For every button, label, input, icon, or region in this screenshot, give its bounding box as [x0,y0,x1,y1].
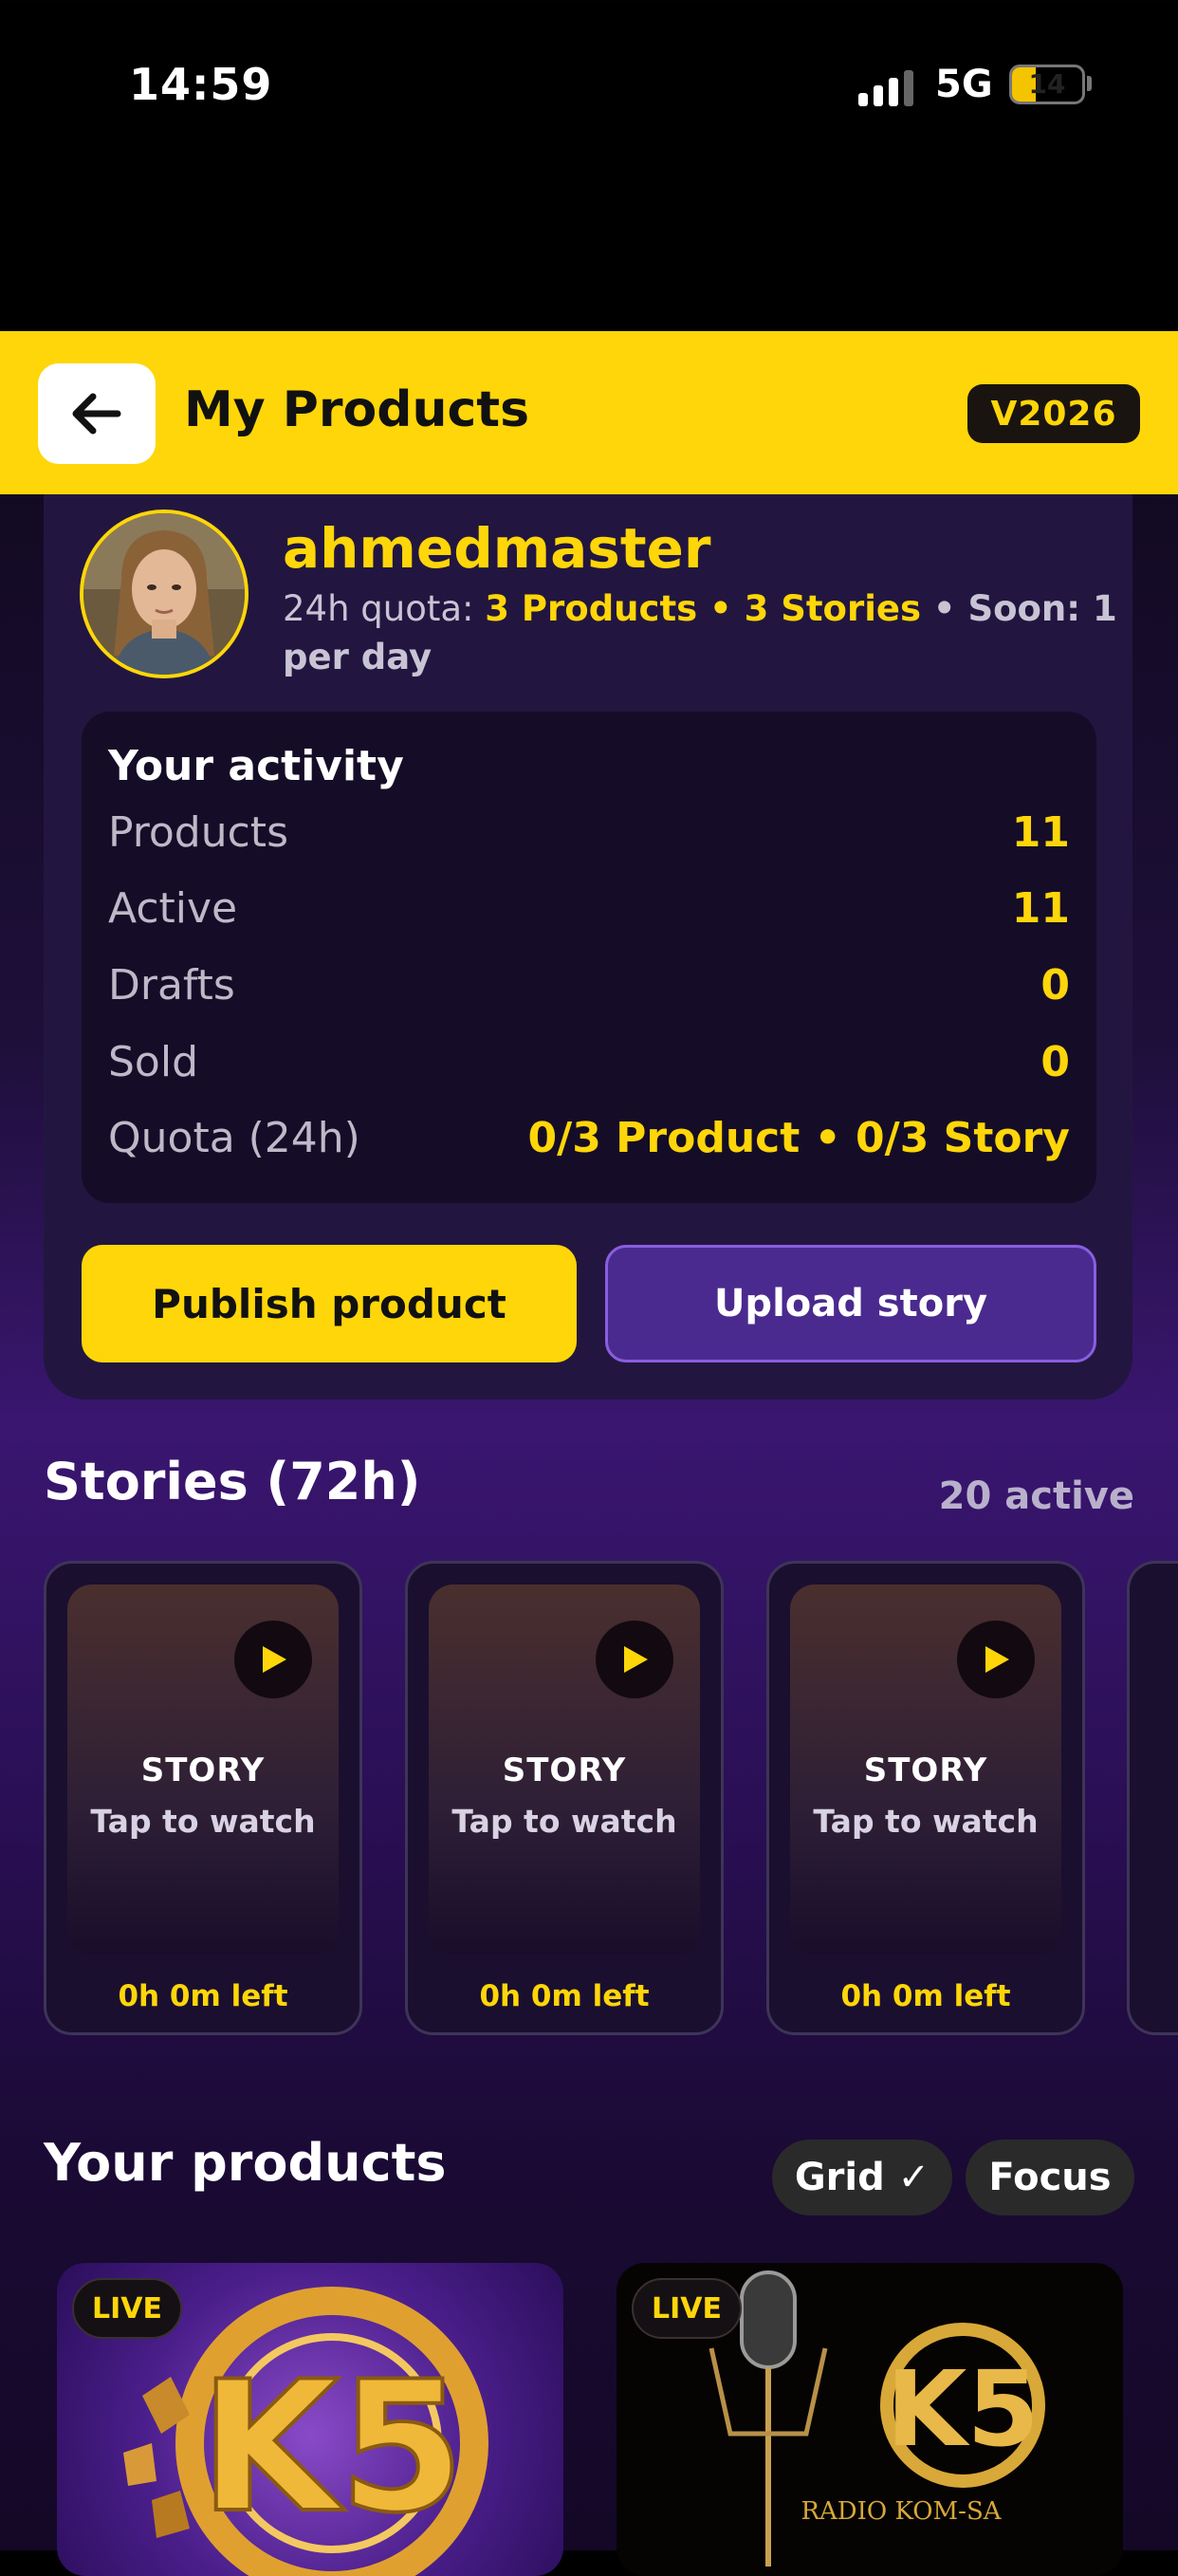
story-label: STORY [502,1751,627,1789]
play-icon [596,1621,673,1698]
story-card[interactable]: STORY Tap to watch 0h 0m left [405,1561,724,2035]
story-thumbnail: STORY Tap to watch [429,1585,700,1955]
activity-value-active: 11 [1011,884,1070,933]
quota-info: 24h quota: 3 Products • 3 Stories • Soon… [283,584,1117,681]
battery-tip [1087,76,1092,91]
story-label: STORY [863,1751,988,1789]
story-label: STORY [140,1751,266,1789]
product-card[interactable]: K5 LIVE [57,2263,563,2576]
arrow-left-icon [72,393,121,435]
play-icon [234,1621,312,1698]
back-button[interactable] [38,363,156,464]
cellular-signal-icon [858,66,915,106]
activity-value-quota: 0/3 Product • 0/3 Story [527,1114,1070,1162]
page-title: My Products [184,381,530,438]
activity-label-drafts: Drafts [108,961,235,1010]
activity-label-products: Products [108,808,288,857]
story-thumbnail: STORY Tap to watch [790,1585,1061,1955]
stories-section-title: Stories (72h) [44,1452,421,1511]
story-thumbnail: STORY Tap to watch [67,1585,339,1955]
version-badge: V2026 [967,384,1140,443]
quota-stories: 3 Stories [744,588,922,629]
view-grid-toggle[interactable]: Grid ✓ [772,2140,952,2215]
story-card[interactable]: STORY Tap to watch 0h 0m left [44,1561,362,2035]
network-type: 5G [935,63,993,106]
product-logo-text: K5 [886,2348,1040,2470]
story-card-peek[interactable] [1127,1561,1178,2035]
activity-title: Your activity [108,742,404,790]
story-time-left: 0h 0m left [840,1979,1011,2013]
story-hint: Tap to watch [813,1803,1039,1840]
microphone-icon [740,2270,797,2369]
username: ahmedmaster [283,516,711,581]
activity-label-quota: Quota (24h) [108,1114,360,1162]
story-hint: Tap to watch [451,1803,677,1840]
product-card[interactable]: K5 RADIO KOM-SA LIVE [617,2263,1123,2576]
activity-value-sold: 0 [1040,1038,1070,1086]
activity-label-sold: Sold [108,1038,199,1086]
story-hint: Tap to watch [90,1803,316,1840]
story-time-left: 0h 0m left [118,1979,288,2013]
avatar[interactable] [80,510,248,678]
avatar-image [83,513,245,675]
battery-icon: 14 [1009,65,1085,104]
story-card[interactable]: STORY Tap to watch 0h 0m left [766,1561,1085,2035]
products-section-title: Your products [44,2133,447,2193]
upload-story-button[interactable]: Upload story [605,1245,1096,1362]
story-time-left: 0h 0m left [479,1979,650,2013]
quota-prefix: 24h quota: [283,588,486,629]
quota-separator: • [697,588,745,629]
stories-active-count: 20 active [938,1474,1134,1518]
product-caption: RADIO KOM-SA [801,2497,1002,2526]
play-icon [957,1621,1035,1698]
live-badge: LIVE [72,2278,182,2339]
activity-value-products: 11 [1011,808,1070,857]
product-logo-text: K5 [199,2343,464,2552]
view-focus-toggle[interactable]: Focus [966,2140,1134,2215]
quota-products: 3 Products [485,588,698,629]
battery-level: 14 [1028,68,1066,100]
activity-label-active: Active [108,884,238,933]
status-time: 14:59 [129,59,273,110]
activity-value-drafts: 0 [1040,961,1070,1010]
publish-product-button[interactable]: Publish product [82,1245,577,1362]
live-badge: LIVE [632,2278,742,2339]
